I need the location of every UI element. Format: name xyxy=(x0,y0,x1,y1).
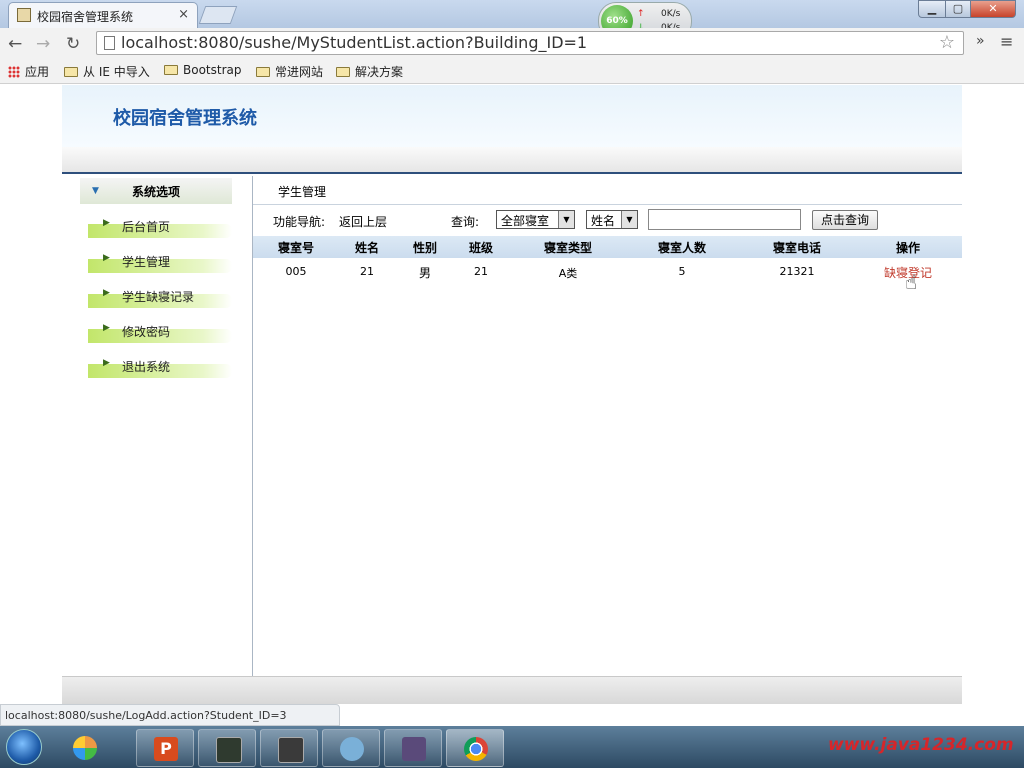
tab-close-icon[interactable]: × xyxy=(178,7,189,22)
hand-pointer-cursor-icon: ☝ xyxy=(905,270,918,294)
room-select-value: 全部寝室 xyxy=(501,214,550,228)
reload-icon[interactable]: ↻ xyxy=(66,34,80,54)
site-title: 校园宿舍管理系统 xyxy=(113,108,257,129)
column-header-action: 操作 xyxy=(895,241,920,255)
column-header-gender: 性别 xyxy=(412,241,437,255)
taskbar-app-chrome[interactable] xyxy=(446,729,504,767)
browser-tab[interactable]: 校园宿舍管理系统 × xyxy=(8,2,198,28)
bookmark-bootstrap[interactable]: Bootstrap xyxy=(164,63,241,77)
sidebar-item-logout[interactable]: ▶ 退出系统 xyxy=(88,356,232,380)
cell-room-phone: 21321 xyxy=(779,265,815,278)
powerpoint-icon: P xyxy=(154,737,178,761)
menu-icon[interactable]: ≡ xyxy=(1000,32,1013,51)
column-header-room-phone: 寝室电话 xyxy=(772,241,821,255)
taskbar-app-powerpoint[interactable]: P xyxy=(136,729,194,767)
page-icon xyxy=(104,36,115,50)
cell-room: 005 xyxy=(285,265,307,278)
browser-status-bar: localhost:8080/sushe/LogAdd.action?Stude… xyxy=(0,704,340,726)
nav-label: 功能导航: xyxy=(273,215,326,229)
url-text[interactable]: localhost:8080/sushe/MyStudentList.actio… xyxy=(121,33,587,52)
sidebar-heading-label: 系统选项 xyxy=(132,185,181,199)
folder-icon xyxy=(64,66,78,77)
eclipse-icon xyxy=(402,737,426,761)
minimize-button[interactable]: ▁ xyxy=(918,0,946,18)
sidebar-item-change-password[interactable]: ▶ 修改密码 xyxy=(88,321,232,345)
chevron-down-icon: ▼ xyxy=(558,211,574,228)
bookmark-ie-import[interactable]: 从 IE 中导入 xyxy=(64,63,150,80)
column-header-room-type: 寝室类型 xyxy=(543,241,592,255)
new-tab-button[interactable] xyxy=(198,6,238,24)
cell-gender: 男 xyxy=(418,266,431,280)
taskbar-app-pinned[interactable] xyxy=(56,729,114,767)
back-link[interactable]: 返回上层 xyxy=(339,213,387,230)
cell-room-count: 5 xyxy=(678,265,686,278)
sidebar-item-label: 修改密码 xyxy=(122,325,171,339)
search-input[interactable] xyxy=(648,209,801,230)
column-header-room-count: 寝室人数 xyxy=(657,241,706,255)
bookmark-solutions[interactable]: 解决方案 xyxy=(336,63,403,80)
watermark-text: www.java1234.com xyxy=(828,735,1014,755)
apps-grid-icon xyxy=(8,65,20,78)
folder-icon xyxy=(336,66,350,77)
forward-arrow-icon[interactable]: → xyxy=(36,34,50,54)
page-title: 学生管理 xyxy=(278,185,327,199)
extensions-overflow-icon[interactable]: » xyxy=(976,33,985,49)
taskbar-app-eclipse[interactable] xyxy=(384,729,442,767)
chevron-down-icon: ▼ xyxy=(621,211,637,228)
back-arrow-icon[interactable]: ← xyxy=(8,34,22,54)
bookmark-star-icon[interactable]: ☆ xyxy=(939,32,955,53)
chrome-icon xyxy=(464,737,488,761)
caret-right-icon: ▶ xyxy=(103,288,110,298)
upload-arrow-icon: ↑ xyxy=(637,9,645,19)
header-divider-bar xyxy=(62,147,962,174)
bookmark-changjin[interactable]: 常进网站 xyxy=(256,63,323,80)
sidebar-item-label: 学生缺寝记录 xyxy=(122,290,195,304)
sidebar-heading: ▼ 系统选项 xyxy=(80,178,232,204)
favicon-icon xyxy=(17,8,31,22)
folder-icon xyxy=(256,66,270,77)
taskbar-app-tool[interactable] xyxy=(260,729,318,767)
search-button[interactable]: 点击查询 xyxy=(812,210,878,230)
cell-name: 21 xyxy=(360,265,374,278)
caret-right-icon: ▶ xyxy=(103,358,110,368)
column-header-class: 班级 xyxy=(468,241,493,255)
field-select-value: 姓名 xyxy=(591,214,616,228)
media-center-icon xyxy=(73,736,97,760)
folder-icon xyxy=(164,65,178,75)
column-header-room: 寝室号 xyxy=(277,241,314,255)
sidebar-item-label: 学生管理 xyxy=(122,255,171,269)
close-window-button[interactable]: ✕ xyxy=(970,0,1016,18)
terminal-icon xyxy=(216,737,242,763)
dolphin-icon xyxy=(340,737,364,761)
cell-class: 21 xyxy=(474,265,488,278)
sidebar-item-student-management[interactable]: ▶ 学生管理 xyxy=(88,251,232,275)
sidebar-item-absence-records[interactable]: ▶ 学生缺寝记录 xyxy=(88,286,232,310)
address-bar[interactable]: localhost:8080/sushe/MyStudentList.actio… xyxy=(96,31,964,55)
field-select[interactable]: 姓名 ▼ xyxy=(586,210,638,229)
query-label: 查询: xyxy=(451,215,480,229)
tool-icon xyxy=(278,737,304,763)
caret-right-icon: ▶ xyxy=(103,218,110,228)
main-title-bar xyxy=(253,178,962,205)
column-header-name: 姓名 xyxy=(354,241,379,255)
cell-room-type: A类 xyxy=(558,267,578,280)
taskbar-app-mysql[interactable] xyxy=(322,729,380,767)
maximize-button[interactable]: ▢ xyxy=(945,0,971,18)
status-url: localhost:8080/sushe/LogAdd.action?Stude… xyxy=(5,709,287,722)
room-select[interactable]: 全部寝室 ▼ xyxy=(496,210,575,229)
sidebar-item-label: 后台首页 xyxy=(122,220,171,234)
page-footer xyxy=(62,676,962,704)
sidebar-item-label: 退出系统 xyxy=(122,360,171,374)
tab-title: 校园宿舍管理系统 xyxy=(37,10,134,24)
bookmarks-bar xyxy=(0,58,1024,84)
windows-start-button[interactable] xyxy=(6,729,42,765)
caret-right-icon: ▶ xyxy=(103,253,110,263)
taskbar-app-terminal[interactable] xyxy=(198,729,256,767)
sidebar-item-home[interactable]: ▶ 后台首页 xyxy=(88,216,232,240)
caret-right-icon: ▶ xyxy=(103,323,110,333)
caret-down-icon: ▼ xyxy=(92,186,99,196)
bookmark-apps[interactable]: 应用 xyxy=(8,63,49,80)
upload-rate: 0K/s xyxy=(661,9,681,19)
